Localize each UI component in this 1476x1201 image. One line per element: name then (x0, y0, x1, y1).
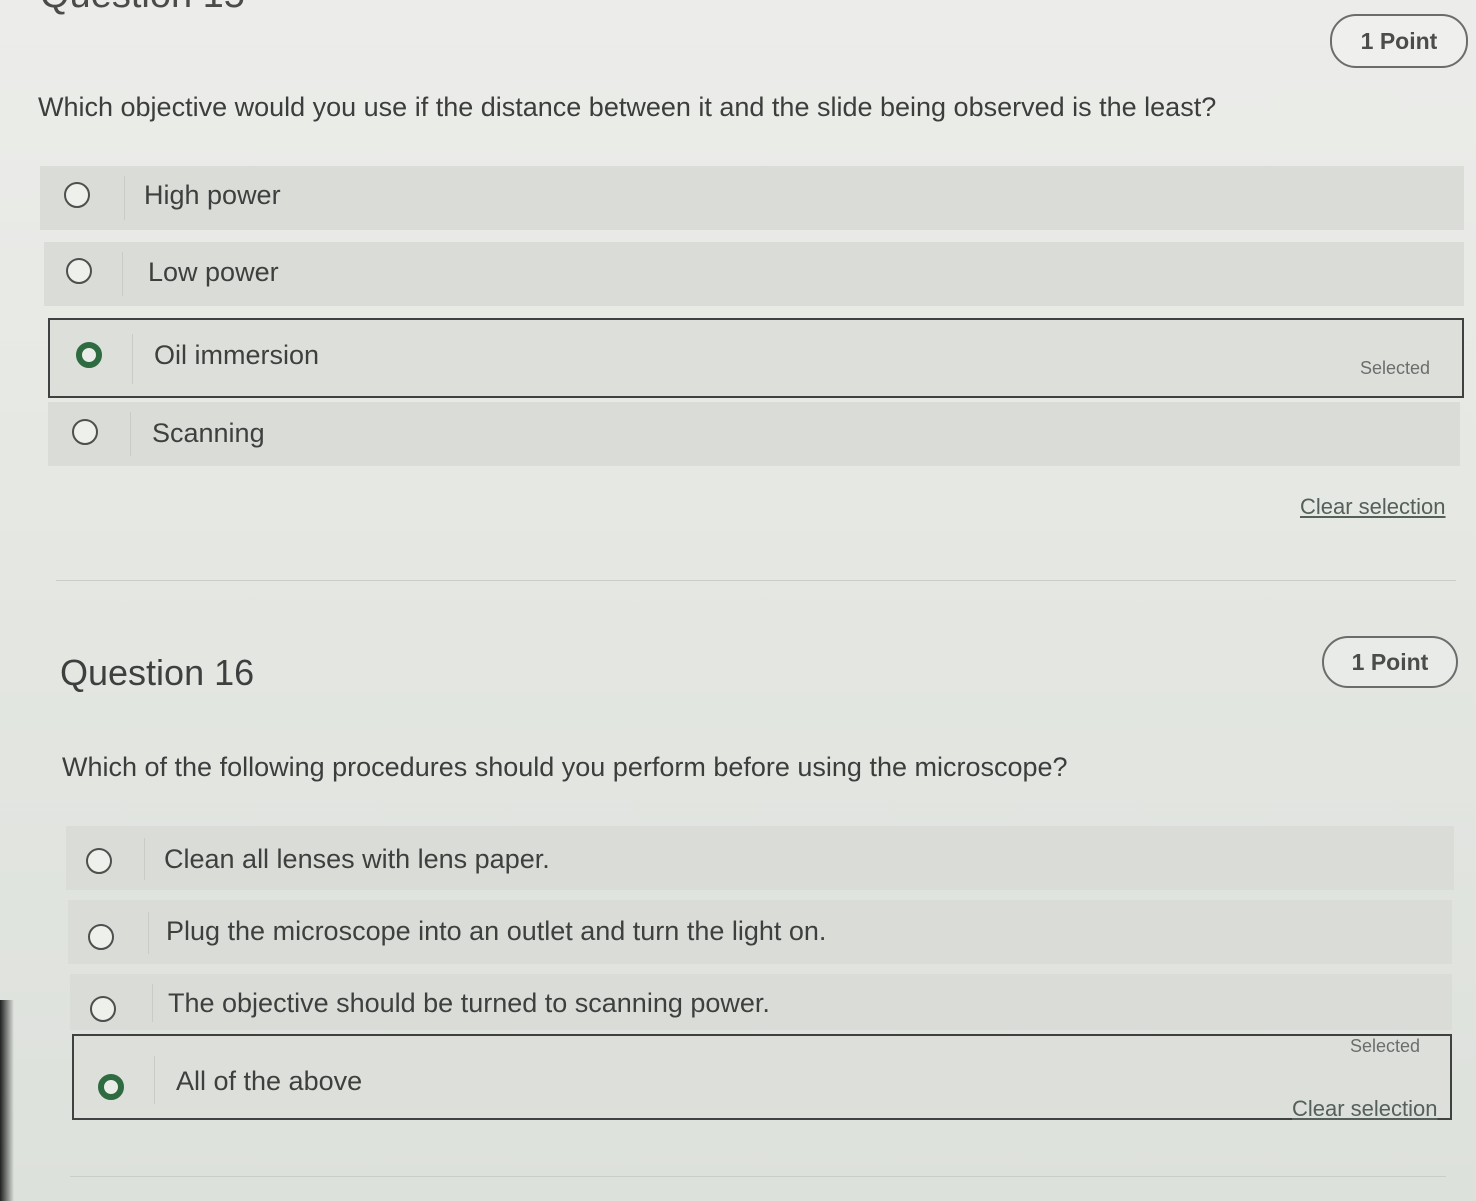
selected-tag: Selected (1350, 1036, 1421, 1056)
option-divider (154, 1056, 155, 1104)
q16-option-clean-lenses[interactable]: Clean all lenses with lens paper. (66, 826, 1454, 890)
q16-option-plug-in[interactable]: Plug the microscope into an outlet and t… (68, 900, 1452, 964)
radio-unchecked-icon[interactable] (90, 996, 116, 1022)
q15-option-label: Scanning (152, 418, 265, 448)
q15-option-oil-immersion[interactable]: Oil immersion Selected (48, 318, 1464, 398)
quiz-page: Question 15 1 Point Which objective woul… (0, 0, 1476, 1201)
question-16-points-badge: 1 Point (1322, 636, 1458, 688)
q15-option-low-power[interactable]: Low power (44, 242, 1464, 306)
q15-option-label: Oil immersion (154, 340, 320, 370)
q16-option-label: Clean all lenses with lens paper. (164, 844, 550, 874)
question-16-text: Which of the following procedures should… (62, 752, 1068, 782)
q15-option-high-power[interactable]: High power (40, 166, 1464, 230)
question-16-heading: Question 16 (60, 652, 255, 693)
q15-option-scanning[interactable]: Scanning (48, 402, 1460, 466)
question-15-points-badge: 1 Point (1330, 14, 1468, 68)
option-divider (124, 176, 125, 220)
question-15-text: Which objective would you use if the dis… (38, 92, 1217, 122)
q16-option-all-of-the-above[interactable]: All of the above Selected (72, 1034, 1452, 1120)
option-divider (148, 912, 149, 954)
question-separator (70, 1176, 1446, 1177)
radio-unchecked-icon[interactable] (72, 419, 98, 445)
option-divider (152, 984, 153, 1022)
radio-unchecked-icon[interactable] (88, 924, 114, 950)
radio-checked-icon[interactable] (98, 1074, 124, 1100)
radio-unchecked-icon[interactable] (66, 258, 92, 284)
q15-option-label: High power (144, 180, 281, 210)
radio-unchecked-icon[interactable] (86, 848, 112, 874)
option-divider (132, 334, 133, 384)
option-divider (144, 838, 145, 880)
option-divider (130, 412, 131, 456)
q15-option-label: Low power (148, 257, 279, 287)
q16-option-label: Plug the microscope into an outlet and t… (166, 916, 827, 946)
q15-clear-selection-link[interactable]: Clear selection (1300, 494, 1446, 520)
q16-clear-selection-link[interactable]: Clear selection (1292, 1096, 1438, 1122)
radio-checked-icon[interactable] (76, 342, 102, 368)
q16-option-scanning-power[interactable]: The objective should be turned to scanni… (70, 974, 1452, 1030)
question-separator (56, 580, 1456, 581)
selected-tag: Selected (1360, 358, 1431, 378)
photo-edge-shadow (0, 1000, 14, 1201)
question-15-heading: Question 15 (40, 0, 245, 17)
radio-unchecked-icon[interactable] (64, 182, 90, 208)
q16-option-label: The objective should be turned to scanni… (168, 988, 770, 1018)
option-divider (122, 252, 123, 296)
q16-option-label: All of the above (176, 1066, 363, 1096)
